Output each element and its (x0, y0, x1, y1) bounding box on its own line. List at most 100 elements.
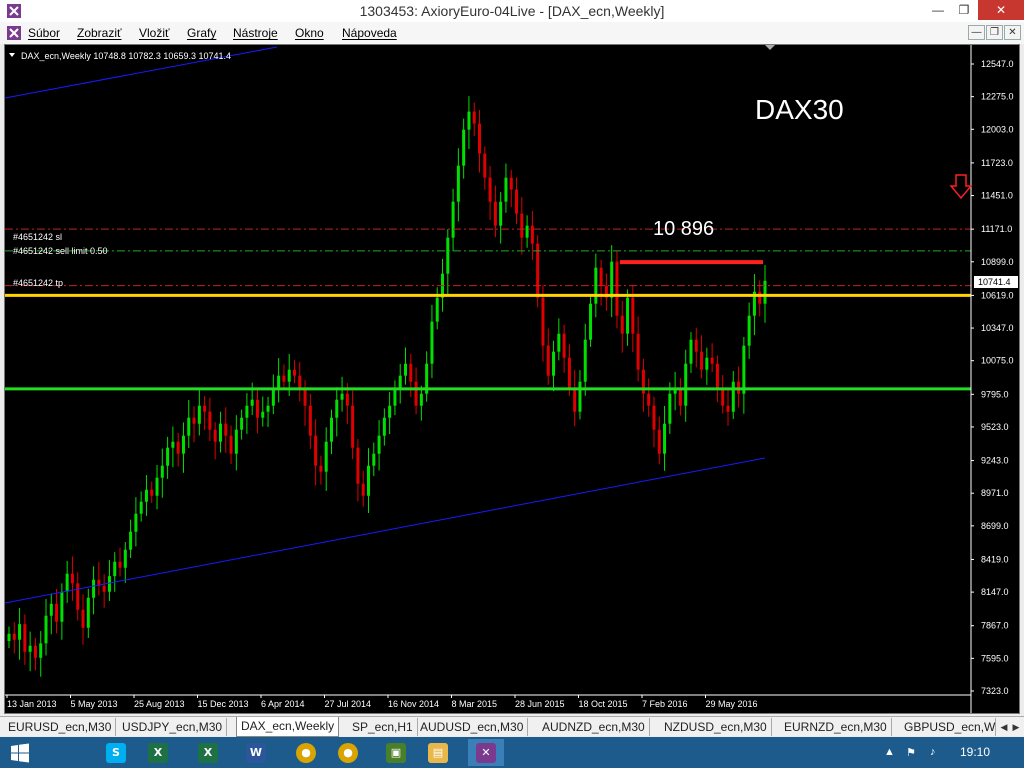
candle-body[interactable] (144, 489, 148, 502)
candle-body[interactable] (763, 280, 767, 304)
tab-scroll-right-icon[interactable]: ▶ (1010, 719, 1022, 735)
tab-nzdusd[interactable]: NZDUSD_ecn,M30 (660, 718, 772, 736)
candle-body[interactable] (446, 237, 450, 274)
taskbar-app-folder[interactable]: ▤ (420, 739, 456, 766)
candle-body[interactable] (715, 363, 719, 388)
candle-body[interactable] (631, 297, 635, 334)
candle-body[interactable] (134, 513, 138, 532)
candle-body[interactable] (55, 603, 59, 622)
candle-body[interactable] (255, 399, 259, 418)
candle-body[interactable] (377, 435, 381, 454)
candle-body[interactable] (388, 405, 392, 418)
tab-scroll-left-icon[interactable]: ◀ (998, 719, 1010, 735)
candle-body[interactable] (197, 405, 201, 424)
candle-body[interactable] (356, 447, 360, 484)
candle-body[interactable] (181, 435, 185, 454)
candle-body[interactable] (7, 633, 11, 641)
candle-body[interactable] (404, 363, 408, 376)
candle-body[interactable] (636, 333, 640, 370)
candle-body[interactable] (351, 405, 355, 448)
candle-body[interactable] (710, 357, 714, 364)
candle-body[interactable] (160, 465, 164, 478)
candle-body[interactable] (546, 345, 550, 376)
candle-body[interactable] (65, 573, 69, 592)
candle-body[interactable] (520, 213, 524, 238)
candle-body[interactable] (123, 549, 127, 568)
candle-body[interactable] (314, 435, 318, 466)
candle-body[interactable] (102, 585, 106, 592)
start-button[interactable] (0, 739, 40, 766)
candle-body[interactable] (33, 645, 37, 658)
candle-body[interactable] (705, 357, 709, 370)
candle-body[interactable] (541, 297, 545, 346)
candle-body[interactable] (60, 591, 64, 622)
menu-subor[interactable]: Súbor (28, 26, 60, 40)
taskbar-app-chrome[interactable]: ● (288, 739, 324, 766)
candle-body[interactable] (599, 267, 603, 286)
candle-body[interactable] (218, 423, 222, 442)
candle-body[interactable] (552, 351, 556, 376)
candle-body[interactable] (657, 429, 661, 454)
menu-napoveda[interactable]: Nápoveda (342, 26, 397, 40)
candle-body[interactable] (663, 423, 667, 454)
candle-body[interactable] (451, 201, 455, 238)
candle-body[interactable] (28, 645, 32, 652)
candle-body[interactable] (567, 357, 571, 388)
candle-body[interactable] (282, 375, 286, 382)
taskbar-app-word[interactable]: W (238, 739, 274, 766)
candle-body[interactable] (113, 561, 117, 577)
candle-body[interactable] (171, 441, 175, 448)
candle-body[interactable] (678, 387, 682, 406)
candle-body[interactable] (150, 489, 154, 496)
candle-body[interactable] (129, 531, 133, 550)
menu-grafy[interactable]: Grafy (187, 26, 216, 40)
candle-body[interactable] (92, 579, 96, 598)
candle-body[interactable] (610, 261, 614, 298)
candle-body[interactable] (176, 441, 180, 454)
candle-body[interactable] (578, 381, 582, 412)
candle-body[interactable] (203, 405, 207, 412)
candle-body[interactable] (694, 339, 698, 352)
candle-body[interactable] (430, 321, 434, 364)
candle-body[interactable] (39, 643, 43, 658)
candle-body[interactable] (626, 297, 630, 334)
candle-body[interactable] (573, 387, 577, 412)
candle-body[interactable] (335, 399, 339, 418)
taskbar-app-excel[interactable]: X (140, 739, 176, 766)
candle-body[interactable] (409, 363, 413, 382)
tab-usdjpy[interactable]: USDJPY_ecn,M30 (118, 718, 228, 736)
tab-audnzd[interactable]: AUDNZD_ecn,M30 (538, 718, 650, 736)
taskbar-app-skype[interactable]: S (98, 739, 134, 766)
candle-body[interactable] (107, 576, 111, 592)
candle-body[interactable] (525, 225, 529, 238)
tray-expand-icon[interactable]: ▲ (884, 746, 895, 758)
candle-body[interactable] (340, 393, 344, 400)
taskbar-app-excel-2[interactable]: X (190, 739, 226, 766)
candle-body[interactable] (589, 303, 593, 340)
scroll-marker-icon[interactable] (765, 45, 775, 50)
tab-eurnzd[interactable]: EURNZD_ecn,M30 (780, 718, 892, 736)
candle-body[interactable] (271, 387, 275, 406)
candle-body[interactable] (456, 165, 460, 202)
candle-body[interactable] (287, 369, 291, 382)
candle-body[interactable] (245, 405, 249, 418)
candle-body[interactable] (324, 441, 328, 472)
candle-body[interactable] (530, 225, 534, 244)
mdi-close-button[interactable]: ✕ (1004, 25, 1021, 40)
candle-body[interactable] (76, 583, 80, 610)
candle-body[interactable] (187, 417, 191, 436)
candle-body[interactable] (758, 291, 762, 304)
candle-body[interactable] (308, 405, 312, 436)
tab-dax[interactable]: DAX_ecn,Weekly (236, 717, 340, 737)
candle-body[interactable] (49, 603, 53, 616)
tab-sp[interactable]: SP_ecn,H1 (348, 718, 418, 736)
candle-body[interactable] (81, 609, 85, 628)
candle-body[interactable] (472, 111, 476, 124)
candle-body[interactable] (493, 201, 497, 226)
candle-body[interactable] (488, 177, 492, 202)
candle-body[interactable] (234, 429, 238, 454)
candle-body[interactable] (731, 381, 735, 412)
taskbar-app-chrome-2[interactable]: ● (330, 739, 366, 766)
candle-body[interactable] (467, 111, 471, 130)
candle-body[interactable] (483, 153, 487, 178)
